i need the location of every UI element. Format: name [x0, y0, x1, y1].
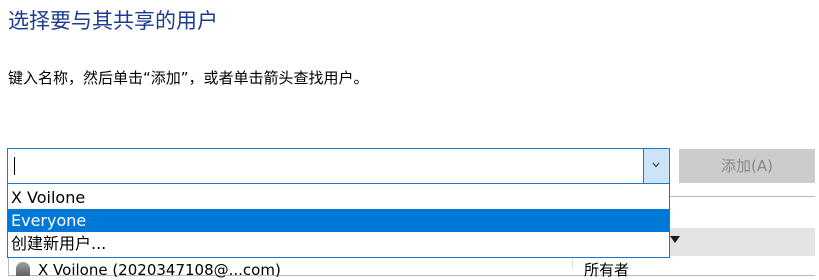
user-name-input[interactable]: [8, 149, 643, 183]
user-dropdown-list[interactable]: X Voilone Everyone 创建新用户...: [7, 184, 670, 258]
chevron-down-icon: [652, 162, 660, 168]
text-caret: [14, 157, 15, 175]
dropdown-option-x-voilone[interactable]: X Voilone: [8, 186, 669, 209]
share-list-user-name[interactable]: X Voilone (2020347108@...com): [38, 260, 281, 280]
share-list-permission[interactable]: 所有者: [584, 260, 629, 280]
dialog-title: 选择要与其共享的用户: [8, 9, 218, 33]
dropdown-option-everyone[interactable]: Everyone: [8, 209, 669, 232]
user-combobox[interactable]: [7, 148, 670, 184]
column-divider: [572, 257, 573, 269]
sort-descending-icon[interactable]: [670, 236, 680, 243]
user-icon: [16, 262, 30, 276]
dropdown-toggle-button[interactable]: [643, 149, 669, 183]
instruction-text: 键入名称，然后单击“添加”，或者单击箭头查找用户。: [8, 69, 369, 87]
dropdown-option-create-new-user[interactable]: 创建新用户...: [8, 232, 669, 255]
add-button[interactable]: 添加(A): [679, 149, 815, 183]
